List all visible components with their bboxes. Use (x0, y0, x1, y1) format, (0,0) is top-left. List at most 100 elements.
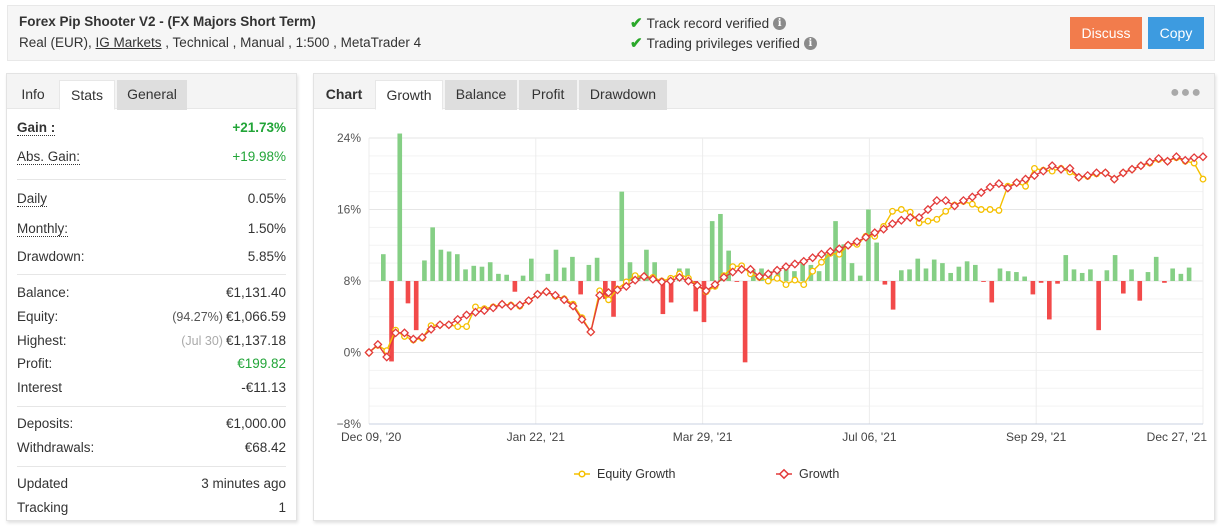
stat-abs-gain: Abs. Gain: +19.98% (17, 149, 286, 169)
equity-growth-point (454, 323, 462, 331)
bar-negative (660, 281, 666, 315)
growth-point (976, 187, 986, 198)
bar-positive (1063, 255, 1069, 281)
highest-amount: €1,137.18 (225, 333, 286, 348)
bar-positive (438, 249, 444, 281)
equity-growth-point (986, 206, 994, 213)
x-tick-label: Sep 29, '21 (1006, 430, 1067, 444)
copy-button[interactable]: Copy (1148, 17, 1204, 49)
tab-balance[interactable]: Balance (445, 80, 517, 110)
growth-point (816, 249, 827, 259)
divider (17, 406, 286, 407)
tab-drawdown[interactable]: Drawdown (579, 80, 667, 110)
growth-point (1127, 164, 1137, 174)
growth-point (1047, 161, 1057, 171)
bar-positive (1104, 270, 1110, 281)
bar-positive (496, 273, 501, 281)
equity-growth-point (942, 207, 950, 215)
bar-positive (940, 263, 945, 281)
equity-growth-point (764, 277, 772, 285)
tab-profit[interactable]: Profit (519, 80, 577, 110)
chart-panel: Chart Growth Balance Profit Drawdown ●●●… (313, 73, 1215, 521)
bar-positive (463, 269, 468, 281)
bar-positive (520, 275, 526, 281)
growth-point (790, 259, 800, 269)
growth-point (994, 178, 1004, 189)
bar-positive (948, 272, 953, 281)
x-tick-label: Dec 27, '21 (1147, 430, 1208, 444)
stat-label: Deposits: (17, 416, 74, 431)
bar-positive (997, 268, 1003, 281)
tab-general[interactable]: General (117, 80, 187, 110)
bar-negative (1096, 281, 1101, 331)
account-header: Forex Pip Shooter V2 - (FX Majors Short … (7, 5, 1215, 61)
bar-positive (529, 258, 534, 281)
growth-point (1162, 156, 1173, 166)
x-tick-label: Mar 29, '21 (673, 430, 733, 444)
growth-point (808, 253, 818, 263)
bar-positive (1178, 273, 1184, 281)
bar-positive (487, 262, 493, 281)
stat-label[interactable]: Daily (17, 191, 48, 207)
stat-value: 1.50% (247, 221, 286, 236)
bar-positive (915, 258, 921, 281)
stat-label: Updated (17, 476, 69, 491)
bar-positive (504, 274, 509, 281)
bar-positive (381, 254, 386, 281)
bar-positive (1022, 276, 1027, 281)
stat-value: 1 (278, 500, 286, 515)
growth-chart-svg: 24% 16% 8% 0% −8%Dec 09, '20 Jan 22, '21 Mar 2… (337, 131, 1208, 481)
broker-link[interactable]: IG Markets (96, 35, 162, 50)
legend-equity-growth[interactable]: Equity Growth (574, 467, 676, 481)
divider (17, 274, 286, 275)
growth-point (781, 262, 791, 272)
stat-label[interactable]: Gain : (17, 120, 56, 136)
bar-negative (512, 281, 518, 292)
tab-info[interactable]: Info (9, 80, 57, 110)
tab-growth[interactable]: Growth (375, 80, 443, 110)
x-tick-label: Jul 06, '21 (842, 430, 897, 444)
tab-stats[interactable]: Stats (59, 80, 115, 110)
stat-value: +19.98% (232, 149, 286, 164)
equity-amount: €1,066.59 (225, 309, 286, 324)
bar-positive (956, 266, 962, 281)
bar-positive (973, 264, 978, 281)
verification-label: Track record verified (646, 15, 770, 31)
equity-growth-point (889, 207, 896, 215)
equity-growth-point (1022, 182, 1030, 190)
equity-growth-point (791, 276, 799, 284)
bar-positive (1145, 272, 1151, 281)
info-icon[interactable]: i (773, 16, 787, 30)
stat-value: €68.42 (244, 440, 286, 455)
bar-positive (1079, 272, 1085, 281)
bar-negative (742, 281, 748, 363)
bar-negative (578, 281, 583, 295)
more-dots-icon[interactable]: ●●● (1170, 84, 1202, 102)
stat-label[interactable]: Monthly: (17, 221, 69, 237)
growth-point (435, 320, 445, 330)
bar-positive (1014, 272, 1019, 281)
stat-label[interactable]: Abs. Gain: (17, 149, 81, 165)
discuss-button[interactable]: Discuss (1070, 17, 1142, 49)
y-tick-label: −8% (337, 417, 362, 431)
bar-positive (899, 270, 904, 281)
equity-growth-point (463, 323, 471, 331)
equity-growth-series (365, 154, 1207, 356)
bar-positive (964, 261, 970, 281)
growth-point (941, 195, 951, 206)
y-tick-label: 24% (337, 131, 361, 145)
info-icon[interactable]: i (803, 36, 817, 50)
bar-positive (570, 256, 575, 281)
equity-growth-point (782, 281, 790, 289)
stat-label: Balance: (17, 285, 70, 300)
account-type: Real (EUR), (19, 35, 92, 50)
bar-positive (479, 266, 485, 281)
bar-positive (446, 251, 452, 281)
stat-value: 3 minutes ago (201, 476, 286, 491)
legend-growth[interactable]: Growth (776, 467, 839, 481)
stat-label: Tracking (17, 500, 69, 515)
stat-daily: Daily 0.05% (17, 191, 286, 211)
stat-value: +21.73% (232, 120, 286, 135)
bar-positive (430, 227, 435, 281)
chart-tabbar: Chart Growth Balance Profit Drawdown ●●● (314, 74, 1214, 110)
